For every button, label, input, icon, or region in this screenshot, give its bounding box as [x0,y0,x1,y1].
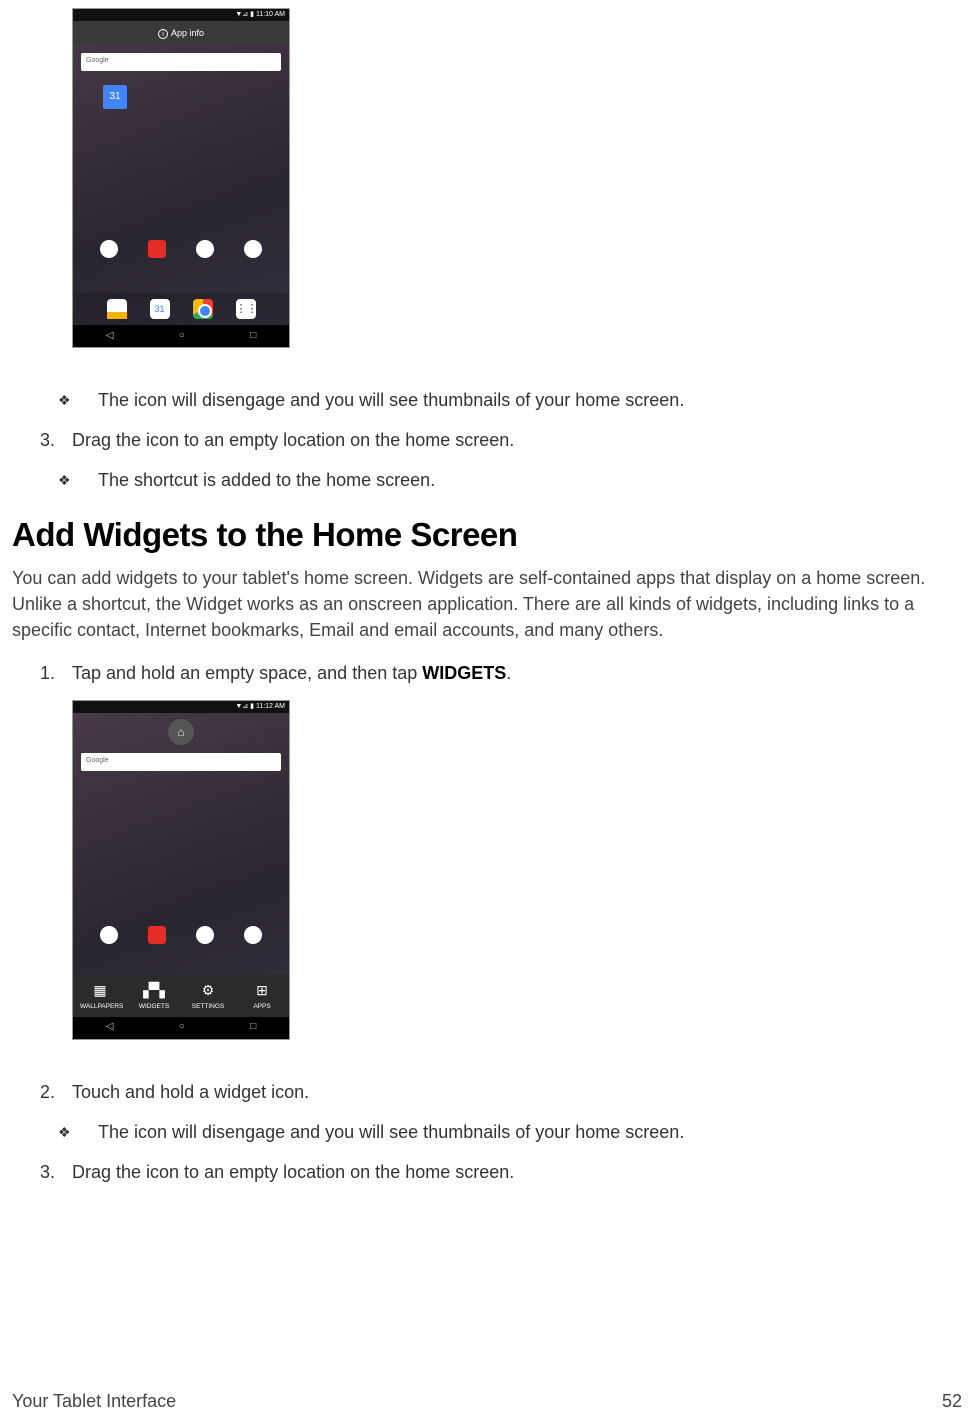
home-shortcut-icon: ⌂ [168,719,194,745]
youtube-icon [148,240,166,258]
app-row [73,917,289,953]
numbered-step: 2. Touch and hold a widget icon. [12,1079,962,1105]
step-number: 2. [40,1079,72,1105]
nav-back-icon: ◁ [106,1020,114,1035]
numbered-step: 3. Drag the icon to an empty location on… [12,427,962,453]
numbered-step: 3. Drag the icon to an empty location on… [12,1159,962,1185]
nav-recent-icon: □ [250,1020,256,1035]
bullet-item: ❖ The icon will disengage and you will s… [12,1119,962,1145]
step-text-bold: WIDGETS [422,663,506,683]
section-heading: Add Widgets to the Home Screen [12,511,962,559]
google-icon [100,926,118,944]
nav-back-icon: ◁ [106,329,114,344]
nav-home-icon: ○ [179,329,185,344]
play-store-icon [244,240,262,258]
home-options-bar: ▦ WALLPAPERS ▞▚ WIDGETS ⚙ SETTINGS ⊞ APPS [73,975,289,1017]
step-number: 3. [40,1159,72,1185]
app-info-label: App info [171,28,204,38]
nav-bar: ◁ ○ □ [73,325,289,347]
step-text: Tap and hold an empty space, and then ta… [72,660,962,686]
grid-icon: ⊞ [242,980,282,1000]
nav-bar: ◁ ○ □ [73,1017,289,1039]
step-number: 3. [40,427,72,453]
app-row [73,231,289,267]
youtube-icon [148,926,166,944]
page-footer: Your Tablet Interface 52 [12,1388,962,1414]
bullet-marker-icon: ❖ [58,467,98,493]
app-icon [196,240,214,258]
google-search-bar: Google [81,753,281,771]
widgets-label: WIDGETS [139,1003,169,1010]
gear-icon: ⚙ [188,980,228,1000]
apps-drawer-icon: ⋮⋮⋮ [236,299,256,319]
widgets-button: ▞▚ WIDGETS [134,980,174,1012]
body-paragraph: You can add widgets to your tablet's hom… [12,565,962,643]
play-store-icon [244,926,262,944]
status-bar: ▼⊿ ▮ 11:12 AM [73,701,289,713]
step-text: Touch and hold a widget icon. [72,1079,962,1105]
wallpapers-button: ▦ WALLPAPERS [80,980,120,1012]
google-icon [100,240,118,258]
step-text: Drag the icon to an empty location on th… [72,427,962,453]
step-number: 1. [40,660,72,686]
settings-label: SETTINGS [192,1003,225,1010]
bullet-item: ❖ The shortcut is added to the home scre… [12,467,962,493]
apps-label: APPS [253,1003,270,1010]
screenshot-homescreen-widgets: ▼⊿ ▮ 11:12 AM ⌂ Google ▦ WALLPAPERS ▞▚ WID… [72,700,290,1040]
app-info-bar: iApp info [73,21,289,45]
dock: 31 ⋮⋮⋮ [73,293,289,325]
nav-home-icon: ○ [179,1020,185,1035]
info-icon: i [158,29,168,39]
step-text-post: . [506,663,511,683]
footer-page-number: 52 [942,1388,962,1414]
calendar-widget-icon: 31 [103,85,127,109]
google-search-bar: Google [81,53,281,71]
calendar-icon: 31 [150,299,170,319]
bullet-marker-icon: ❖ [58,387,98,413]
bullet-text: The shortcut is added to the home screen… [98,467,962,493]
screenshot-homescreen-appinfo: ▼⊿ ▮ 11:10 AM iApp info Google 31 31 ⋮⋮⋮… [72,8,290,348]
widgets-icon: ▞▚ [134,980,174,1000]
apps-button: ⊞ APPS [242,980,282,1012]
gmail-icon [107,299,127,319]
bullet-marker-icon: ❖ [58,1119,98,1145]
bullet-item: ❖ The icon will disengage and you will s… [12,387,962,413]
status-bar: ▼⊿ ▮ 11:10 AM [73,9,289,21]
footer-section-name: Your Tablet Interface [12,1388,176,1414]
step-text: Drag the icon to an empty location on th… [72,1159,962,1185]
nav-recent-icon: □ [250,329,256,344]
chrome-icon [193,299,213,319]
bullet-text: The icon will disengage and you will see… [98,1119,962,1145]
app-icon [196,926,214,944]
wallpaper-icon: ▦ [80,980,120,1000]
bullet-text: The icon will disengage and you will see… [98,387,962,413]
numbered-step: 1. Tap and hold an empty space, and then… [12,660,962,686]
settings-button: ⚙ SETTINGS [188,980,228,1012]
wallpapers-label: WALLPAPERS [80,1003,123,1010]
step-text-pre: Tap and hold an empty space, and then ta… [72,663,422,683]
